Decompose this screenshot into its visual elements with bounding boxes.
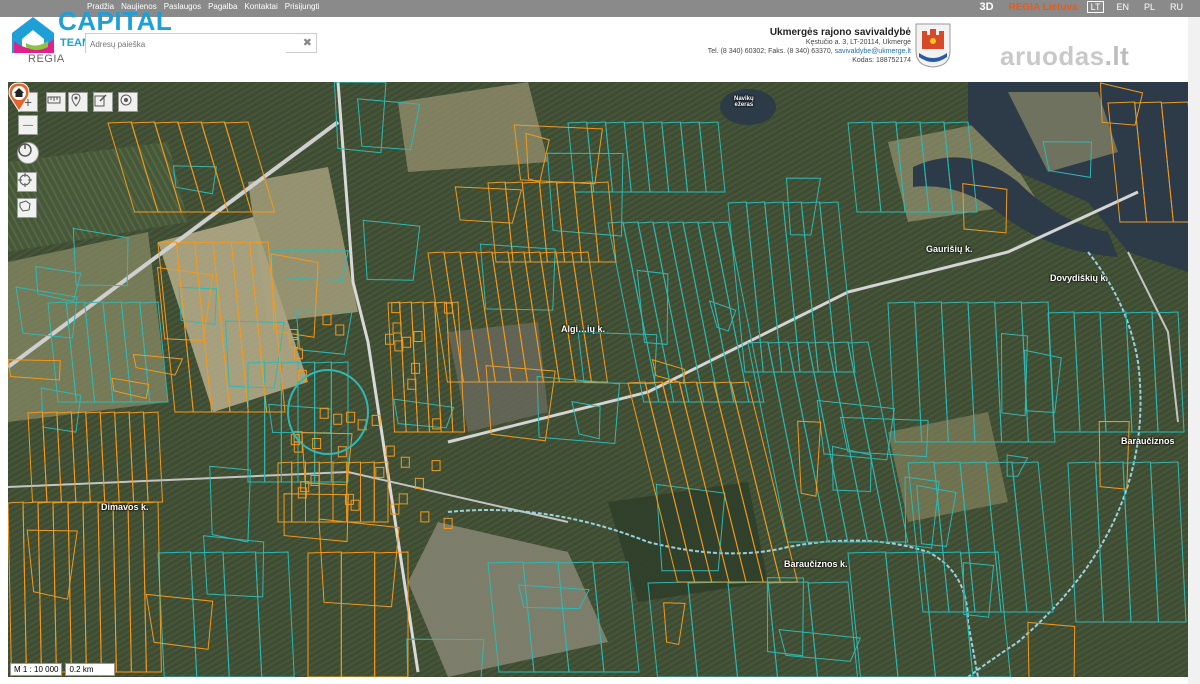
place-label-alginu: Algi…ių k. [561,324,606,334]
field-light-3 [8,232,168,422]
top-nav-bar: Pradžia Naujienos Paslaugos Pagalba Kont… [0,0,1200,17]
region-outline-icon [19,200,31,212]
property-marker-icon[interactable] [8,82,30,112]
municipality-name: Ukmergės rajono savivaldybė [769,27,911,38]
region-button[interactable] [17,198,37,218]
place-label-barauciznos-right: Baraučiznos [1121,436,1175,446]
browser-side-strip [1188,17,1200,684]
scale-bar: 0.2 km [65,663,116,676]
header: CAPITAL TEAM REGIA ✖ Ukmergės rajono sav… [0,6,1200,81]
place-label-dvarisku: Gaurišių k. [926,244,973,254]
zoom-out-button[interactable]: — [18,115,38,135]
target-icon [120,94,132,106]
regia-brand: REGIA [28,53,65,65]
compass-icon [18,143,32,157]
top-right-controls: 3D REGIA Lietuva LT EN PL RU [979,1,1186,13]
lang-pl[interactable]: PL [1141,2,1158,12]
pin-icon [71,93,81,107]
lang-ru[interactable]: RU [1167,2,1186,12]
place-label-navikiu: Navikų ežeras [734,96,754,108]
address-search-input[interactable] [86,35,286,54]
scale-ratio: M 1 : 10 000 [10,663,63,676]
map-scale: M 1 : 10 000 0.2 km [10,663,116,676]
municipality-code: Kodas: 188752174 [852,57,911,64]
aruodas-tld: .lt [1104,41,1130,71]
ukmerge-crest-icon [915,23,951,68]
nav-pagalba[interactable]: Pagalba [208,2,237,11]
place-label-dovydiskiu: Dovydiškių k. [1050,273,1109,283]
place-label-baraucinos: Baraučiznos k. [784,559,848,569]
lang-lt[interactable]: LT [1086,1,1105,13]
cadastral-map[interactable]: + — Algi…ių k. Dovydiškių k. Dimavos k. … [8,82,1188,677]
edit-button[interactable] [93,92,113,112]
nav-kontaktai[interactable]: Kontaktai [244,2,277,11]
mode-3d-button[interactable]: 3D [979,1,993,13]
pin-button[interactable] [68,92,88,112]
house-logo-icon [12,17,54,53]
address-search-box: ✖ [85,33,317,54]
compass-button[interactable] [17,142,39,164]
edit-icon [94,94,107,107]
regia-lietuva-link[interactable]: REGIA Lietuva [1009,2,1078,13]
municipality-contacts: Tel. (8 340) 60302; Faks. (8 340) 63370,… [708,47,911,56]
lang-en[interactable]: EN [1113,2,1132,12]
nav-prisijungti[interactable]: Prisijungti [285,2,320,11]
municipality-email-link[interactable]: savivaldybe@ukmerge.lt [835,48,911,55]
aruodas-name: aruodas [1000,41,1105,71]
aruodas-watermark: aruodas.lt [1000,41,1129,72]
ruler-icon [47,96,61,104]
municipality-phone: Tel. (8 340) 60302; Faks. (8 340) 63370, [707,48,833,55]
search-clear-icon[interactable]: ✖ [303,36,312,49]
locate-button[interactable] [17,172,37,192]
zoom-out-label: — [23,119,33,131]
crosshair-icon [18,173,32,187]
municipality-info: Ukmergės rajono savivaldybė Kęstučio a. … [708,27,911,65]
place-label-dimavos: Dimavos k. [101,502,149,512]
measure-button[interactable] [46,92,66,112]
map-canvas[interactable] [8,82,1188,677]
target-button[interactable] [118,92,138,112]
municipality-address: Kęstučio a. 3, LT-20114, Ukmergė [805,39,911,46]
